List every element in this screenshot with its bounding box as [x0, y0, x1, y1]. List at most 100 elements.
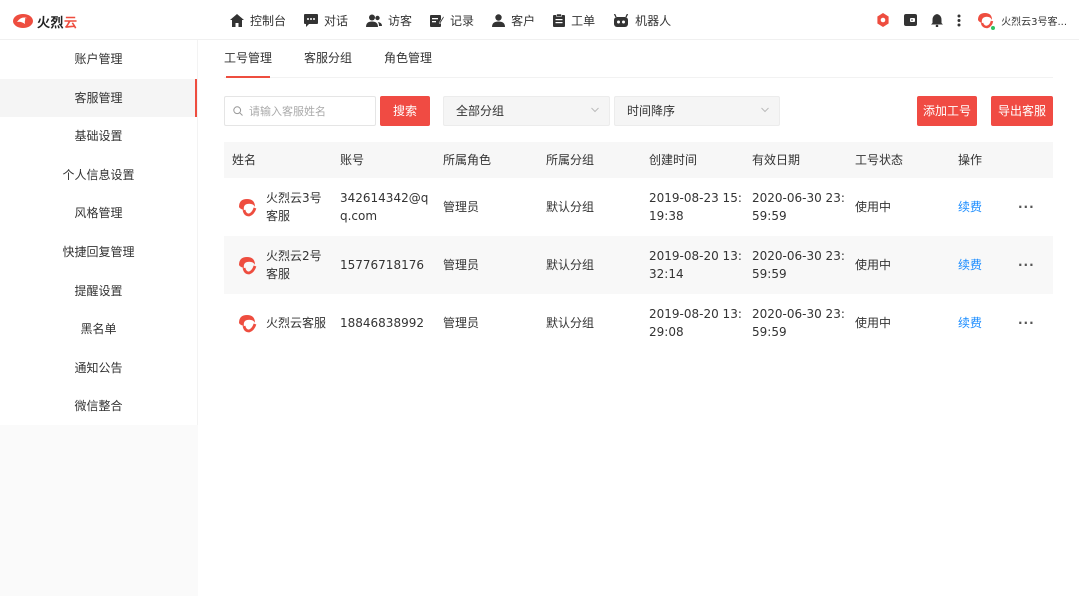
- table-row: 火烈云2号客服 15776718176 管理员 默认分组 2019-08-20 …: [224, 236, 1053, 294]
- brand-name: 火烈云: [37, 15, 78, 31]
- tab-bar: 工号管理 客服分组 角色管理: [224, 40, 1053, 78]
- flamingo-logo-icon: [13, 14, 33, 28]
- row-more-button[interactable]: ···: [1018, 258, 1035, 272]
- column-header: 有效日期: [752, 153, 801, 167]
- status-cell: 使用中: [855, 258, 892, 272]
- sidebar-item-account[interactable]: 账户管理: [0, 40, 197, 79]
- brand-logo[interactable]: 火烈云: [12, 12, 78, 31]
- sidebar-item-announcements[interactable]: 通知公告: [0, 349, 197, 388]
- sort-select[interactable]: 时间降序: [614, 96, 780, 126]
- sort-select-value: 时间降序: [627, 104, 676, 118]
- nav-records[interactable]: 记录: [430, 12, 474, 29]
- add-agent-button[interactable]: 添加工号: [917, 96, 977, 126]
- top-bar: 火烈云 控制台 对话 访客 记录 客户 工单 机器人 火烈云3号客...: [0, 0, 1079, 40]
- visitors-icon: [366, 14, 383, 27]
- sidebar-item-blacklist[interactable]: 黑名单: [0, 310, 197, 349]
- valid-until-cell: 2020-06-30 23:59:59: [752, 191, 845, 223]
- group-select-value: 全部分组: [456, 104, 505, 118]
- sidebar-item-agent-management[interactable]: 客服管理: [0, 78, 197, 118]
- nav-chat[interactable]: 对话: [304, 12, 348, 29]
- search-box: [224, 96, 376, 126]
- online-status-dot: [990, 25, 997, 31]
- sidebar-item-profile-settings[interactable]: 个人信息设置: [0, 156, 197, 195]
- notifications-button[interactable]: [931, 13, 944, 27]
- group-select[interactable]: 全部分组: [443, 96, 610, 126]
- sidebar: 账户管理 客服管理 基础设置 个人信息设置 风格管理 快捷回复管理 提醒设置 黑…: [0, 40, 198, 596]
- role-cell: 管理员: [443, 200, 480, 214]
- gear-icon: [877, 13, 889, 27]
- search-button[interactable]: 搜索: [380, 96, 430, 126]
- group-cell: 默认分组: [546, 258, 595, 272]
- nav-customers[interactable]: 客户: [492, 12, 535, 29]
- agent-name: 火烈云2号客服: [266, 249, 322, 281]
- column-header: 账号: [340, 153, 365, 167]
- wallet-icon: [904, 14, 918, 26]
- group-cell: 默认分组: [546, 316, 595, 330]
- tab-agent-ids[interactable]: 工号管理: [224, 40, 272, 78]
- column-header: 创建时间: [649, 153, 698, 167]
- status-cell: 使用中: [855, 316, 892, 330]
- agent-name: 火烈云客服: [266, 316, 327, 330]
- avatar: [975, 10, 997, 31]
- sidebar-item-quick-replies[interactable]: 快捷回复管理: [0, 233, 197, 272]
- group-cell: 默认分组: [546, 200, 595, 214]
- agent-table: 姓名 账号 所属角色 所属分组 创建时间 有效日期 工号状态 操作 火烈云3号客…: [224, 142, 1053, 352]
- created-cell: 2019-08-20 13:29:08: [649, 307, 742, 339]
- nav-robot[interactable]: 机器人: [613, 12, 671, 29]
- more-cell: ···: [1010, 198, 1050, 216]
- header-tools: 火烈云3号客...: [862, 0, 1079, 40]
- row-more-button[interactable]: ···: [1018, 200, 1035, 214]
- sidebar-item-basic-settings[interactable]: 基础设置: [0, 117, 197, 156]
- user-menu[interactable]: 火烈云3号客...: [975, 10, 1067, 31]
- column-header: 姓名: [232, 153, 257, 167]
- chevron-down-icon: [761, 107, 769, 113]
- tab-agent-groups[interactable]: 客服分组: [304, 40, 352, 78]
- ticket-icon: [553, 13, 566, 27]
- name-cell: 火烈云客服: [224, 312, 332, 334]
- account-cell: 18846838992: [340, 316, 424, 330]
- column-header: 所属分组: [546, 153, 595, 167]
- flamingo-avatar-icon: [239, 257, 257, 275]
- sidebar-item-style[interactable]: 风格管理: [0, 194, 197, 233]
- flamingo-avatar-icon: [239, 199, 257, 217]
- created-cell: 2019-08-23 15:19:38: [649, 191, 742, 223]
- more-cell: ···: [1010, 314, 1050, 332]
- table-header: 姓名 账号 所属角色 所属分组 创建时间 有效日期 工号状态 操作: [224, 142, 1053, 178]
- search-input[interactable]: [249, 104, 369, 118]
- name-cell: 火烈云2号客服: [224, 247, 332, 283]
- nav-tickets[interactable]: 工单: [553, 12, 595, 29]
- renew-link[interactable]: 续费: [958, 200, 982, 214]
- export-agents-button[interactable]: 导出客服: [991, 96, 1053, 126]
- renew-link[interactable]: 续费: [958, 258, 982, 272]
- more-menu-button[interactable]: [957, 14, 961, 27]
- valid-until-cell: 2020-06-30 23:59:59: [752, 307, 845, 339]
- action-cell: 续费: [950, 256, 1010, 274]
- sidebar-item-wechat[interactable]: 微信整合: [0, 387, 197, 426]
- tab-roles[interactable]: 角色管理: [384, 40, 432, 78]
- account-cell: 15776718176: [340, 258, 424, 272]
- column-header: 所属角色: [443, 153, 492, 167]
- status-cell: 使用中: [855, 200, 892, 214]
- name-cell: 火烈云3号客服: [224, 189, 332, 225]
- sidebar-item-reminders[interactable]: 提醒设置: [0, 272, 197, 311]
- bell-icon: [931, 13, 944, 27]
- row-more-button[interactable]: ···: [1018, 316, 1035, 330]
- sidebar-menu: 账户管理 客服管理 基础设置 个人信息设置 风格管理 快捷回复管理 提醒设置 黑…: [0, 40, 197, 425]
- table-row: 火烈云客服 18846838992 管理员 默认分组 2019-08-20 13…: [224, 294, 1053, 352]
- nav-dashboard[interactable]: 控制台: [230, 12, 286, 29]
- renew-link[interactable]: 续费: [958, 316, 982, 330]
- role-cell: 管理员: [443, 316, 480, 330]
- more-cell: ···: [1010, 256, 1050, 274]
- wallet-button[interactable]: [904, 14, 918, 26]
- column-header: 操作: [958, 153, 983, 167]
- main-content: 工号管理 客服分组 角色管理 搜索 全部分组 时间降序 添加工号 导出客服 姓名…: [198, 40, 1079, 596]
- created-cell: 2019-08-20 13:32:14: [649, 249, 742, 281]
- home-icon: [230, 13, 244, 27]
- agent-name: 火烈云3号客服: [266, 191, 322, 223]
- action-cell: 续费: [950, 198, 1010, 216]
- nav-visitors[interactable]: 访客: [366, 12, 412, 29]
- action-cell: 续费: [950, 314, 1010, 332]
- robot-icon: [614, 13, 629, 27]
- settings-button[interactable]: [876, 13, 890, 27]
- chat-icon: [304, 13, 319, 27]
